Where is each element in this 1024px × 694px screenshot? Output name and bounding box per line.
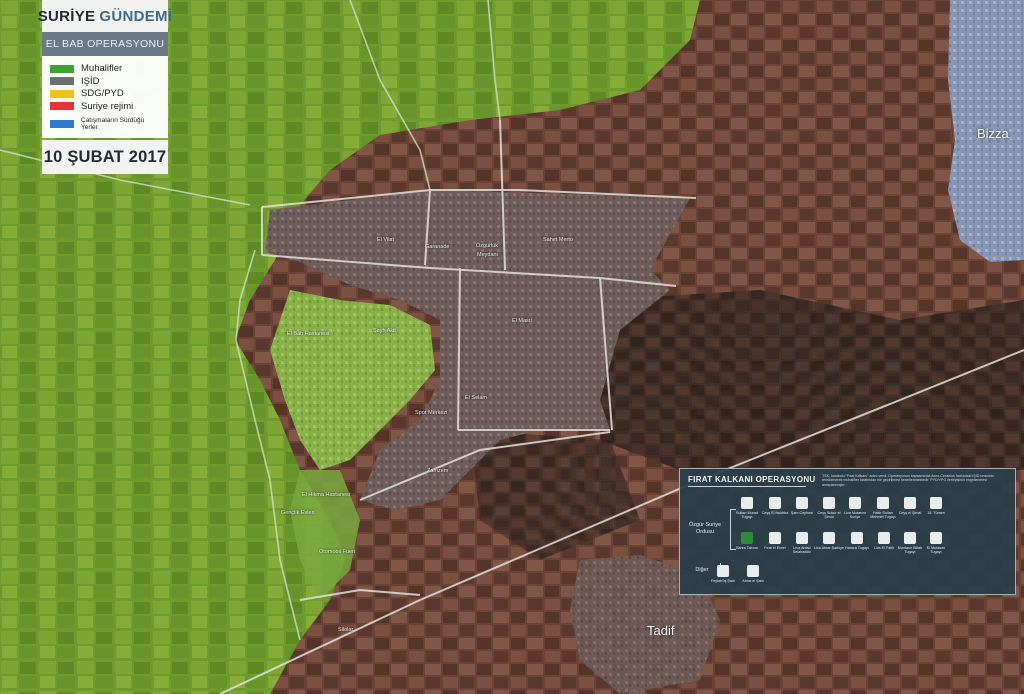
legend-label: Muhalifler <box>81 63 123 75</box>
title-legend-panel: SURİYE GÜNDEMİ EL BAB OPERASYONU Muhalif… <box>38 0 172 174</box>
legend-item-sdg: SDG/PYD <box>50 88 160 100</box>
legend-swatch <box>50 102 74 111</box>
unit-label: Liva Mutasım Suriye <box>844 511 866 520</box>
legend-label: Suriye rejimi <box>81 100 134 112</box>
legend-swatch <box>50 64 74 73</box>
unit-logo <box>823 497 835 509</box>
unit-label: Ceyş El Nukhba <box>761 511 789 515</box>
unit-logo <box>904 497 916 509</box>
legend-swatch <box>50 89 74 98</box>
place-label-sahet-merto: Sahet Merto <box>543 237 573 243</box>
place-label-el-vilat: El Vilat <box>377 237 395 243</box>
unit-label: 15. Tümen <box>927 511 945 515</box>
unit-fatih-sultan-mehmet: Fatih Sultan Mehmet Tugayı <box>868 497 898 520</box>
unit-logo <box>769 532 781 544</box>
place-label-garanade: Garanade <box>425 244 450 250</box>
operation-subtitle: EL BAB OPERASYONU <box>42 32 168 56</box>
legend-item-isid: IŞİD <box>50 76 160 88</box>
unit-label: Feylak'üş Şam <box>710 579 736 583</box>
unit-label: Ceyş Sukur el Şimal <box>817 511 841 520</box>
brand-header: SURİYE GÜNDEMİ <box>38 0 172 32</box>
unit-label: Hamza Tugayı <box>845 546 869 550</box>
unit-logo <box>769 497 781 509</box>
place-label-seyh-akil: Şeyh Akil <box>373 328 396 334</box>
unit-logo <box>930 532 942 544</box>
unit-sam-cephesi: Şam Cephesi <box>787 497 817 515</box>
unit-label: Sultan Murad Tugayı <box>736 511 758 520</box>
unit-15-tumen: 15. Tümen <box>921 497 951 515</box>
unit-sahra-taburu: Sahra Taburu <box>732 532 762 550</box>
unit-logo <box>823 532 835 544</box>
unit-label: Şam Cephesi <box>790 511 814 515</box>
unit-logo <box>904 532 916 544</box>
place-label-el-hikma-hastanesi: El Hikma Hastanesi <box>302 492 350 498</box>
unit-label: Liva Ahfad Selahaddin <box>792 546 812 555</box>
unit-logo <box>747 565 759 577</box>
unit-ceys-el-nukhba: Ceyş El Nukhba <box>760 497 790 515</box>
place-label-genclik-evleri: Gençlik Evleri <box>281 510 315 516</box>
unit-liva-mutasim: Liva Mutasım Suriye <box>840 497 870 520</box>
legend-label: IŞİD <box>81 75 100 87</box>
legend-item-muhalifler: Muhalifler <box>50 63 160 75</box>
place-label-el-masri: El Masri <box>512 318 532 324</box>
place-label-silolar: Silolar <box>338 627 354 633</box>
unit-logo <box>796 532 808 544</box>
unit-logo <box>877 497 889 509</box>
unit-label: Sahra Taburu <box>735 546 759 550</box>
legend-swatch <box>50 119 74 128</box>
unit-logo <box>741 532 753 544</box>
unit-label: Liva Ahrar Şarkiye <box>814 546 844 550</box>
place-label-otomobil-fueri: Otomobil Fueri <box>319 549 356 555</box>
unit-label: Ahrar el Şam <box>742 579 764 583</box>
dark-fields <box>600 290 1024 470</box>
unit-firat-el-evvel: Fırat el Evvel <box>760 532 790 550</box>
operation-description: TSK, karakolu "Fırat Kalkanı" adını verd… <box>822 474 995 487</box>
unit-label: Liva El Fatih <box>873 546 895 550</box>
unit-liva-ahrar-sarkiye: Liva Ahrar Şarkiye <box>814 532 844 550</box>
legend-item-clashes: Çatışmaların Sürdüğü Yerler <box>50 116 160 131</box>
unit-label: El Mutasım Tugayı <box>926 546 946 555</box>
unit-label: Fırat el Evvel <box>764 546 786 550</box>
brand-part1: SURİYE <box>37 7 96 25</box>
place-label-bizza: Bizza <box>977 126 1009 141</box>
place-label-spor-merkezi: Spor Merkezi <box>415 410 448 416</box>
unit-logo <box>851 532 863 544</box>
place-label-tadif: Tadif <box>647 623 675 638</box>
place-label-meydani: Meydanı <box>477 252 499 258</box>
operation-title: FIRAT KALKANI OPERASYONU <box>688 475 816 484</box>
unit-logo <box>930 497 942 509</box>
unit-sultan-murad: Sultan Murad Tugayı <box>732 497 762 520</box>
group-label-osd: Özgür Suriye Ordusu <box>688 522 722 535</box>
place-label-ozgurluk: Özgürlük <box>476 243 499 249</box>
unit-label: Ceyş el Şimal <box>898 511 922 515</box>
unit-logo <box>878 532 890 544</box>
unit-ahrar-el-sam: Ahrar el Şam <box>738 565 768 583</box>
place-label-el-bab-hastanesi: El Bab Hastanesi <box>287 331 330 337</box>
unit-logo <box>741 497 753 509</box>
title-underline <box>688 486 806 487</box>
place-label-el-selam: El Selam <box>465 395 488 401</box>
place-label-zamzem: Zamzem <box>427 468 449 474</box>
unit-logo <box>717 565 729 577</box>
unit-hamza-tugayi: Hamza Tugayı <box>842 532 872 550</box>
legend: Muhalifler IŞİD SDG/PYD Suriye rejimi Ça… <box>42 56 168 138</box>
legend-item-suriye-rejimi: Suriye rejimi <box>50 101 160 113</box>
unit-logo <box>849 497 861 509</box>
legend-swatch <box>50 77 74 86</box>
unit-label: Muntasır Billah Tugayı <box>897 546 923 555</box>
unit-label: Fatih Sultan Mehmet Tugayı <box>870 511 896 520</box>
unit-el-mutasim: El Mutasım Tugayı <box>921 532 951 555</box>
unit-liva-ahfad: Liva Ahfad Selahaddin <box>787 532 817 555</box>
unit-logo <box>796 497 808 509</box>
group-bracket <box>730 509 731 549</box>
map-date: 10 ŞUBAT 2017 <box>42 140 168 174</box>
legend-label: SDG/PYD <box>81 88 124 100</box>
legend-label: Çatışmaların Sürdüğü Yerler <box>81 116 145 131</box>
brand-part2: GÜNDEMİ <box>99 7 173 25</box>
unit-feylakus-sam: Feylak'üş Şam <box>708 565 738 583</box>
operation-panel: FIRAT KALKANI OPERASYONU TSK, karakolu "… <box>679 468 1016 595</box>
